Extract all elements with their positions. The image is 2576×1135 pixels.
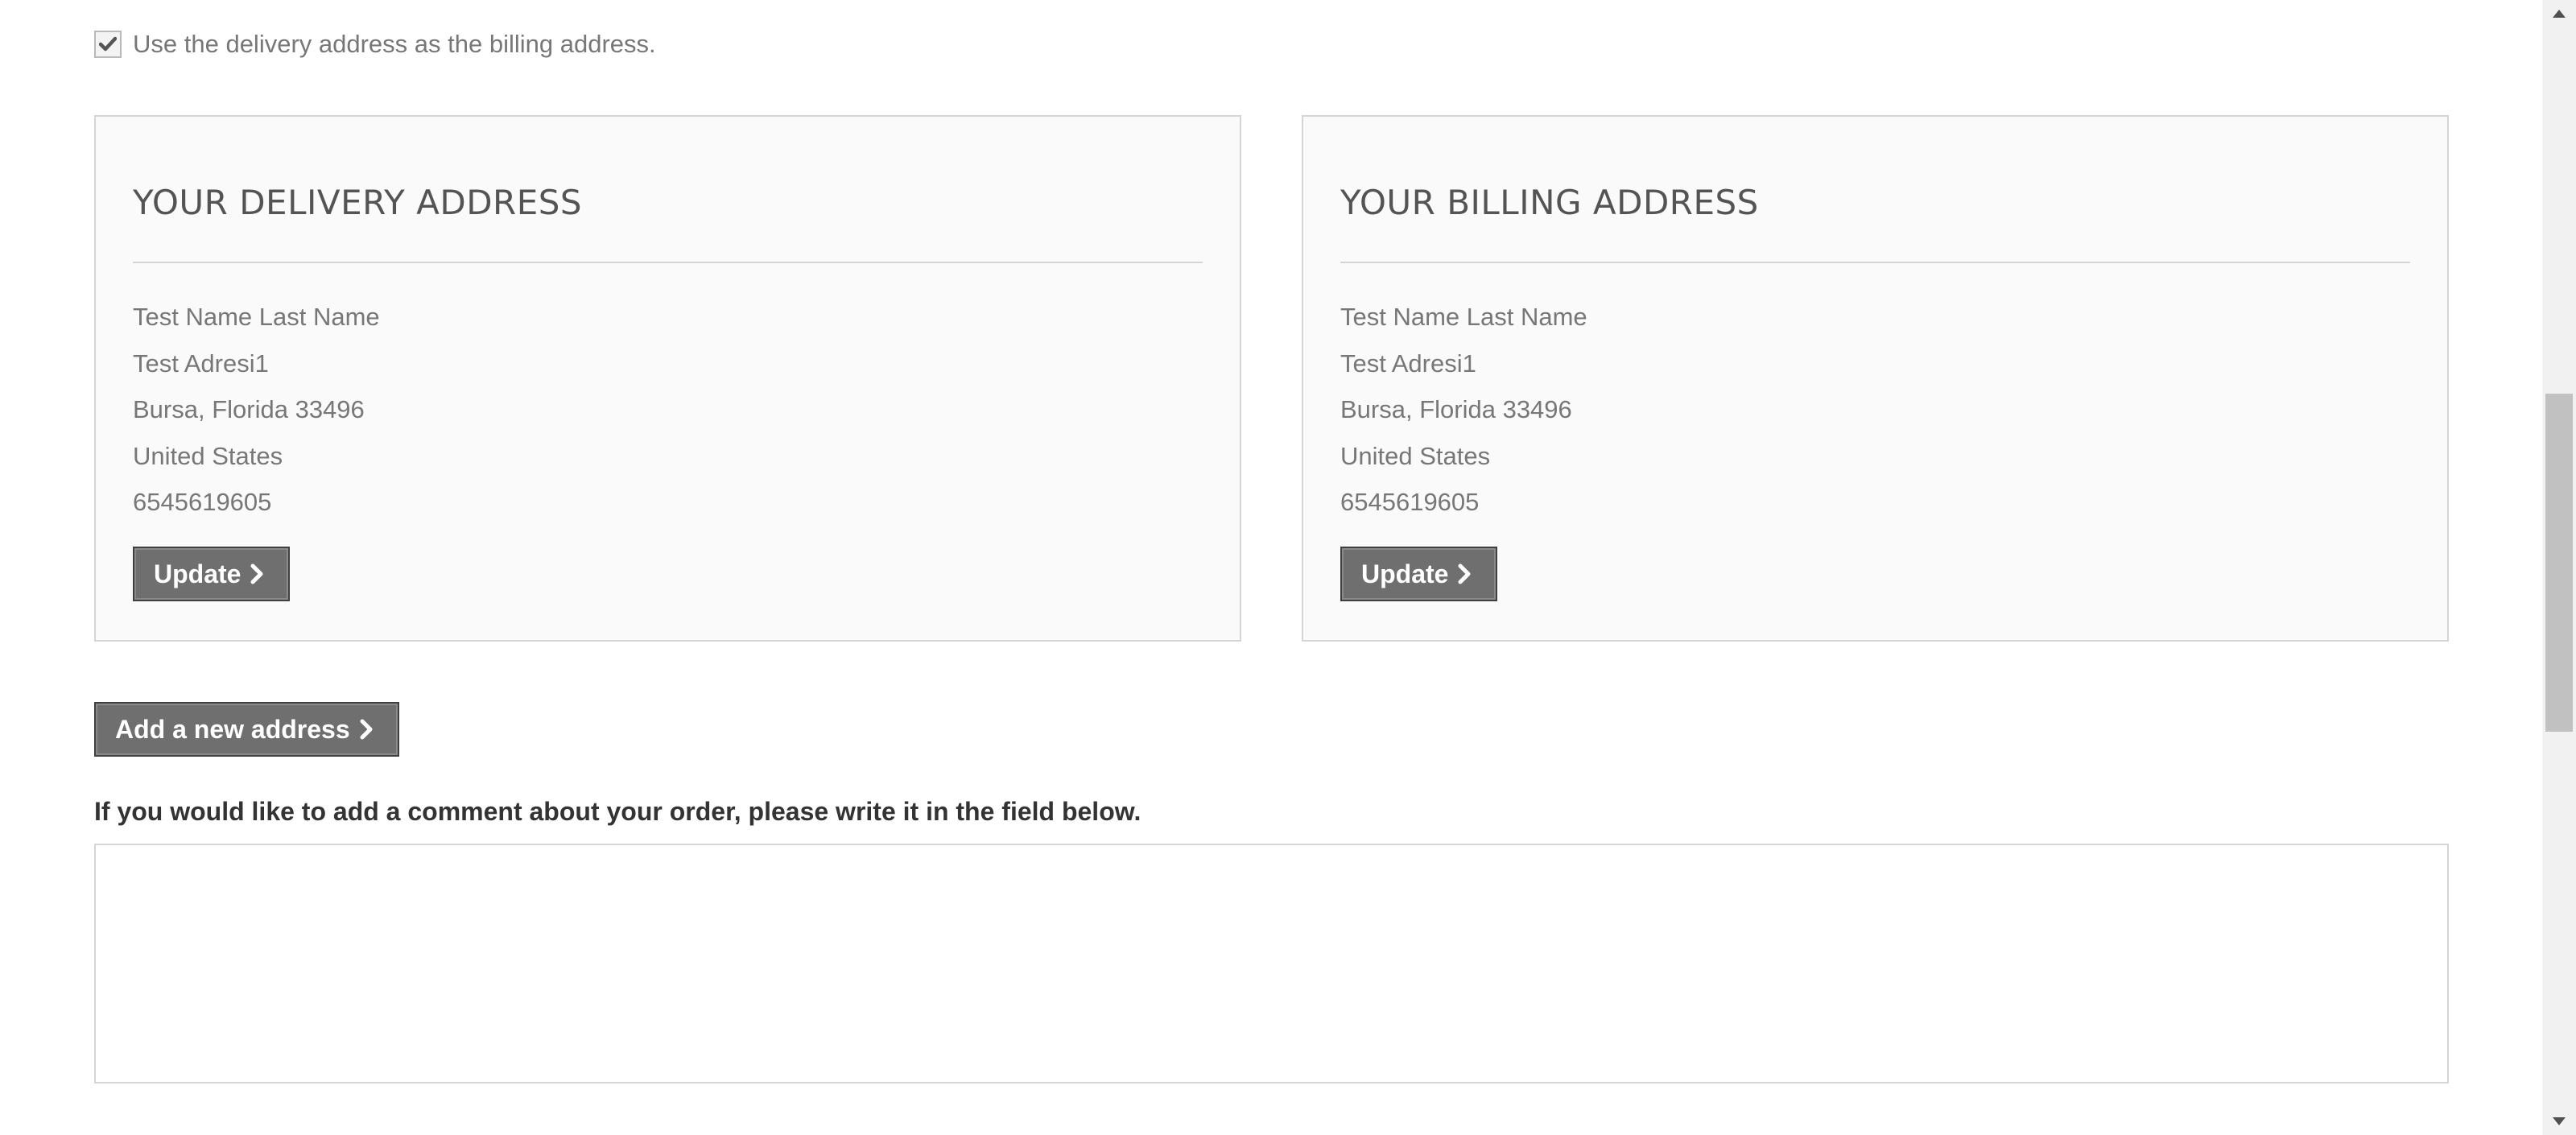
order-comment-textarea[interactable] bbox=[94, 844, 2449, 1083]
delivery-address-street: Test Adresi1 bbox=[133, 349, 269, 378]
billing-address-city-state-zip: Bursa, Florida 33496 bbox=[1340, 395, 1572, 423]
delivery-address-country: United States bbox=[133, 441, 283, 470]
delivery-address-phone: 6545619605 bbox=[133, 488, 272, 516]
chevron-right-icon bbox=[250, 563, 263, 584]
billing-address-lines: Test Name Last Name Test Adresi1 Bursa, … bbox=[1340, 294, 1587, 526]
billing-update-button[interactable]: Update bbox=[1340, 547, 1497, 601]
scroll-up-button[interactable] bbox=[2542, 0, 2576, 27]
billing-address-divider bbox=[1340, 262, 2410, 263]
delivery-address-divider bbox=[133, 262, 1203, 263]
billing-address-name: Test Name Last Name bbox=[1340, 303, 1587, 331]
billing-address-phone: 6545619605 bbox=[1340, 488, 1480, 516]
billing-same-as-delivery-checkbox[interactable] bbox=[94, 31, 122, 58]
delivery-address-city-state-zip: Bursa, Florida 33496 bbox=[133, 395, 365, 423]
triangle-down-icon bbox=[2553, 1117, 2566, 1125]
add-new-address-label: Add a new address bbox=[115, 714, 350, 744]
delivery-address-lines: Test Name Last Name Test Adresi1 Bursa, … bbox=[133, 294, 380, 526]
chevron-right-icon bbox=[360, 719, 373, 740]
vertical-scrollbar[interactable] bbox=[2542, 0, 2576, 1135]
scrollbar-thumb[interactable] bbox=[2545, 394, 2573, 732]
billing-same-as-delivery-label[interactable]: Use the delivery address as the billing … bbox=[133, 30, 656, 59]
delivery-address-title: YOUR DELIVERY ADDRESS bbox=[133, 183, 583, 222]
delivery-address-name: Test Name Last Name bbox=[133, 303, 380, 331]
billing-address-street: Test Adresi1 bbox=[1340, 349, 1476, 378]
checkout-address-page: Use the delivery address as the billing … bbox=[0, 0, 2576, 1135]
delivery-address-box: YOUR DELIVERY ADDRESS Test Name Last Nam… bbox=[94, 115, 1241, 642]
billing-same-as-delivery-row: Use the delivery address as the billing … bbox=[94, 29, 656, 60]
check-icon bbox=[99, 36, 117, 52]
chevron-right-icon bbox=[1458, 563, 1471, 584]
billing-address-title: YOUR BILLING ADDRESS bbox=[1340, 183, 1759, 222]
order-comment-label: If you would like to add a comment about… bbox=[94, 797, 1141, 826]
triangle-up-icon bbox=[2553, 10, 2566, 18]
billing-update-label: Update bbox=[1361, 559, 1449, 588]
add-new-address-button[interactable]: Add a new address bbox=[94, 702, 399, 757]
billing-address-box: YOUR BILLING ADDRESS Test Name Last Name… bbox=[1302, 115, 2449, 642]
scroll-down-button[interactable] bbox=[2542, 1108, 2576, 1135]
billing-address-country: United States bbox=[1340, 441, 1491, 470]
delivery-update-button[interactable]: Update bbox=[133, 547, 290, 601]
delivery-update-label: Update bbox=[154, 559, 242, 588]
